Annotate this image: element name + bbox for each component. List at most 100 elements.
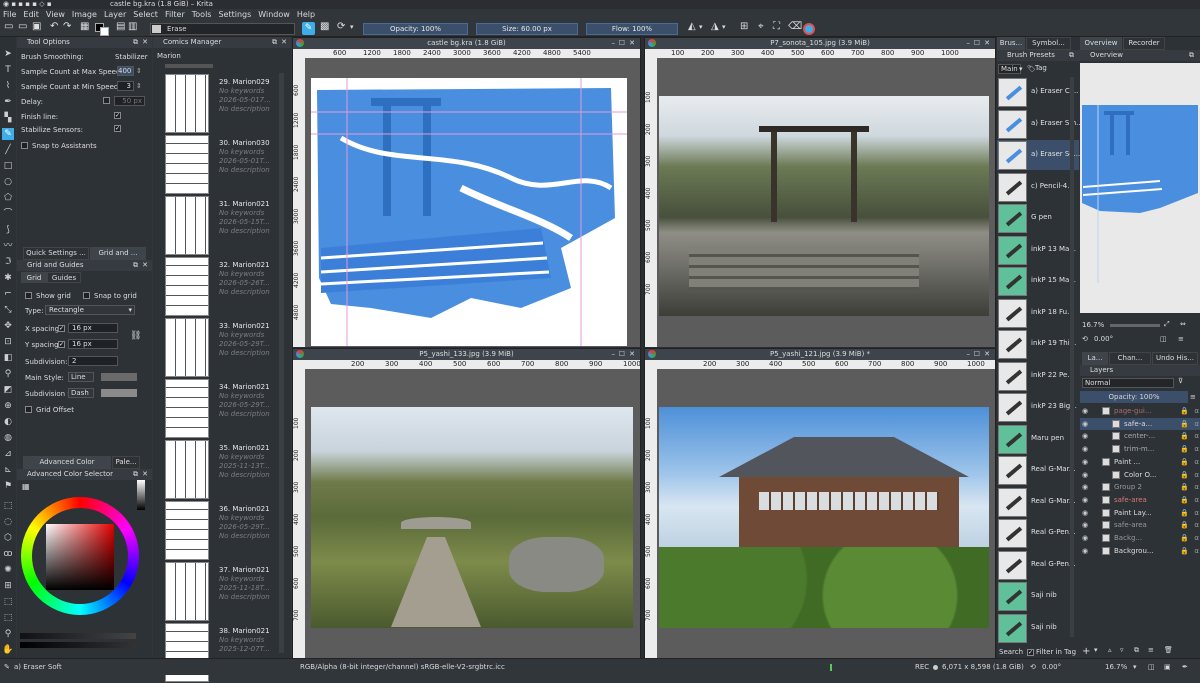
patch-icon[interactable]: ▚ [2, 112, 14, 124]
mirror-horizontal-icon[interactable]: ◭ [688, 21, 696, 33]
maximize-icon[interactable]: ☐ [974, 38, 980, 49]
line-tool-icon[interactable]: ╱ [2, 144, 14, 156]
y-spacing-checkbox[interactable]: ✓ [58, 341, 65, 348]
pattern-icon[interactable]: ▤ [116, 21, 125, 33]
visibility-eye-icon[interactable]: ◉ [1082, 519, 1088, 531]
add-layer-menu-icon[interactable]: ▾ [1094, 646, 1098, 654]
save-icon[interactable]: ▣ [32, 21, 41, 33]
tag-chevron-icon[interactable]: ▾ [1019, 65, 1023, 73]
lock-icon[interactable]: 🔒 [1180, 469, 1189, 481]
freehand-brush-icon[interactable]: ✎ [2, 128, 14, 140]
float-icon[interactable]: ⧉ [1069, 50, 1074, 61]
float-icon[interactable]: ⧉ [133, 260, 138, 271]
undo-icon[interactable]: ↶ [50, 21, 58, 33]
visibility-eye-icon[interactable]: ◉ [1082, 507, 1088, 519]
visibility-eye-icon[interactable]: ◉ [1082, 494, 1088, 506]
bezier-tool-icon[interactable]: ⟆ [2, 224, 14, 236]
brush-preset-item[interactable]: c) Pencil-4... [997, 172, 1079, 202]
brush-preset-item[interactable]: inkP 23 Big... [997, 392, 1079, 422]
color-gradient-bar[interactable] [20, 642, 136, 648]
layer-properties-icon[interactable]: ≡ [1148, 646, 1154, 654]
colorize-mask-icon[interactable]: ◩ [2, 384, 14, 396]
subwindow-yashi-133[interactable]: P5_yashi_133.jpg (3.9 MiB) – ☐ ✕ 200 300 4… [292, 348, 641, 658]
float-icon[interactable]: ⧉ [133, 469, 138, 480]
current-brush[interactable]: a) Eraser Soft [14, 659, 62, 676]
list-item[interactable]: 31. Marion021 No keywords 2026-05-15T... No… [165, 196, 291, 256]
rotate-ccw-icon[interactable]: ⟲ [1082, 335, 1088, 343]
minimize-icon[interactable]: – [967, 349, 971, 360]
brush-preset-item[interactable]: a) Eraser Sm... [997, 109, 1083, 139]
search-label[interactable]: Search [999, 648, 1023, 656]
opacity-slider[interactable]: Opacity: 100% [363, 23, 468, 35]
visibility-eye-icon[interactable]: ◉ [1082, 469, 1088, 481]
subdivision-input[interactable]: 2 [68, 356, 118, 366]
gradient-icon[interactable]: ▦ [80, 21, 89, 33]
delay-checkbox[interactable] [103, 97, 110, 104]
move-tool-icon[interactable]: ✥ [2, 320, 14, 332]
select-shapes-icon[interactable]: ➤ [2, 48, 14, 60]
min-speed-spin-icon[interactable]: ⇕ [136, 82, 142, 90]
crop-tool-icon[interactable]: ⌐ [2, 288, 14, 300]
brush-preset-item[interactable]: inkP 15 Ma... [997, 266, 1079, 296]
tab-quick-settings[interactable]: Quick Settings ... [23, 247, 89, 260]
visibility-eye-icon[interactable]: ◉ [1082, 405, 1088, 417]
ellipse-tool-icon[interactable]: ○ [2, 176, 14, 188]
menu-tools[interactable]: Tools [192, 9, 212, 21]
color-history-bar[interactable] [20, 633, 136, 639]
zoom-fit-icon[interactable]: ⤢ [1164, 320, 1170, 329]
lock-icon[interactable]: 🔒 [1180, 418, 1189, 430]
menu-window[interactable]: Window [258, 9, 290, 21]
delay-input[interactable]: 50 px [114, 96, 145, 106]
brush-preset-item[interactable]: inkP 22 Pe... [997, 361, 1079, 391]
layer-row[interactable]: ◉ Paint ... 🔒 α [1080, 456, 1200, 468]
maximize-icon[interactable]: ☐ [619, 349, 625, 360]
pan-tool-icon[interactable]: ✋ [2, 644, 14, 656]
max-speed-spin-icon[interactable]: ⇕ [136, 67, 142, 75]
list-item[interactable]: 33. Marion021 No keywords 2026-05-29T... No… [165, 318, 291, 378]
reference-tool-icon[interactable]: ⚑ [2, 480, 14, 492]
max-speed-input[interactable]: 400 [117, 66, 134, 76]
alpha-icon[interactable]: α [1194, 545, 1199, 557]
menu-image[interactable]: Image [72, 9, 97, 21]
lock-icon[interactable]: 🔒 [1180, 481, 1189, 493]
list-item[interactable]: 32. Marion021 No keywords 2026-05-26T... No… [165, 257, 291, 317]
layer-filter-icon[interactable]: ⊽ [1178, 377, 1183, 385]
add-layer-icon[interactable]: + [1082, 646, 1090, 657]
mirror-status-icon[interactable]: ◫ [1148, 659, 1155, 676]
bezier-select-icon[interactable]: ⬚ [2, 596, 14, 608]
visibility-eye-icon[interactable]: ◉ [1082, 481, 1088, 493]
brush-preset-item[interactable]: G pen [997, 203, 1079, 233]
eraser-mode-icon[interactable]: ✎ [302, 22, 315, 35]
color-settings-icon[interactable]: ▦ [22, 482, 30, 491]
fill-tool-icon[interactable]: ◐ [2, 416, 14, 428]
mirror-menu-icon[interactable]: ▾ [699, 21, 703, 33]
zoom-chevron-icon[interactable]: ▾ [1133, 659, 1137, 676]
rectangle-tool-icon[interactable]: □ [2, 160, 14, 172]
layer-options-icon[interactable]: ≡ [1190, 393, 1196, 401]
minimize-icon[interactable]: – [612, 38, 616, 49]
finish-line-checkbox[interactable]: ✓ [114, 112, 121, 119]
alpha-icon[interactable]: α [1194, 469, 1199, 481]
menu-help[interactable]: Help [297, 9, 315, 21]
new-document-icon[interactable]: ▭ [4, 21, 13, 33]
alpha-icon[interactable]: α [1194, 481, 1199, 493]
type-select[interactable]: Rectangle ▾ [45, 305, 135, 315]
close-icon[interactable]: ✕ [984, 349, 990, 360]
assistant-tool-icon[interactable]: ⊿ [2, 448, 14, 460]
rect-select-icon[interactable]: ⬚ [2, 500, 14, 512]
x-spacing-input[interactable]: 16 px [68, 323, 118, 333]
vertical-ruler[interactable]: 100 200 300 400 500 600 700 [293, 369, 305, 658]
duplicate-layer-icon[interactable]: ⧉ [1134, 646, 1139, 655]
vertical-ruler[interactable]: 100 200 300 400 500 600 700 [645, 58, 657, 347]
lock-icon[interactable]: 🔒 [1180, 456, 1189, 468]
brush-preset-item[interactable]: Maru pen [997, 424, 1079, 454]
delete-layer-icon[interactable]: 🗑 [1164, 646, 1173, 654]
subdivision-color-swatch[interactable] [101, 389, 137, 397]
canvas-yashi-133[interactable] [305, 369, 640, 658]
lock-icon[interactable]: 🔒 [1180, 519, 1189, 531]
tab-layers[interactable]: La... [1082, 352, 1108, 365]
horizontal-ruler[interactable]: 100 200 300 400 500 600 700 800 900 1000 [645, 49, 995, 58]
lock-icon[interactable]: 🔒 [1180, 532, 1189, 544]
pen-status-icon[interactable]: ✒ [1182, 659, 1188, 676]
alpha-icon[interactable]: α [1194, 456, 1199, 468]
